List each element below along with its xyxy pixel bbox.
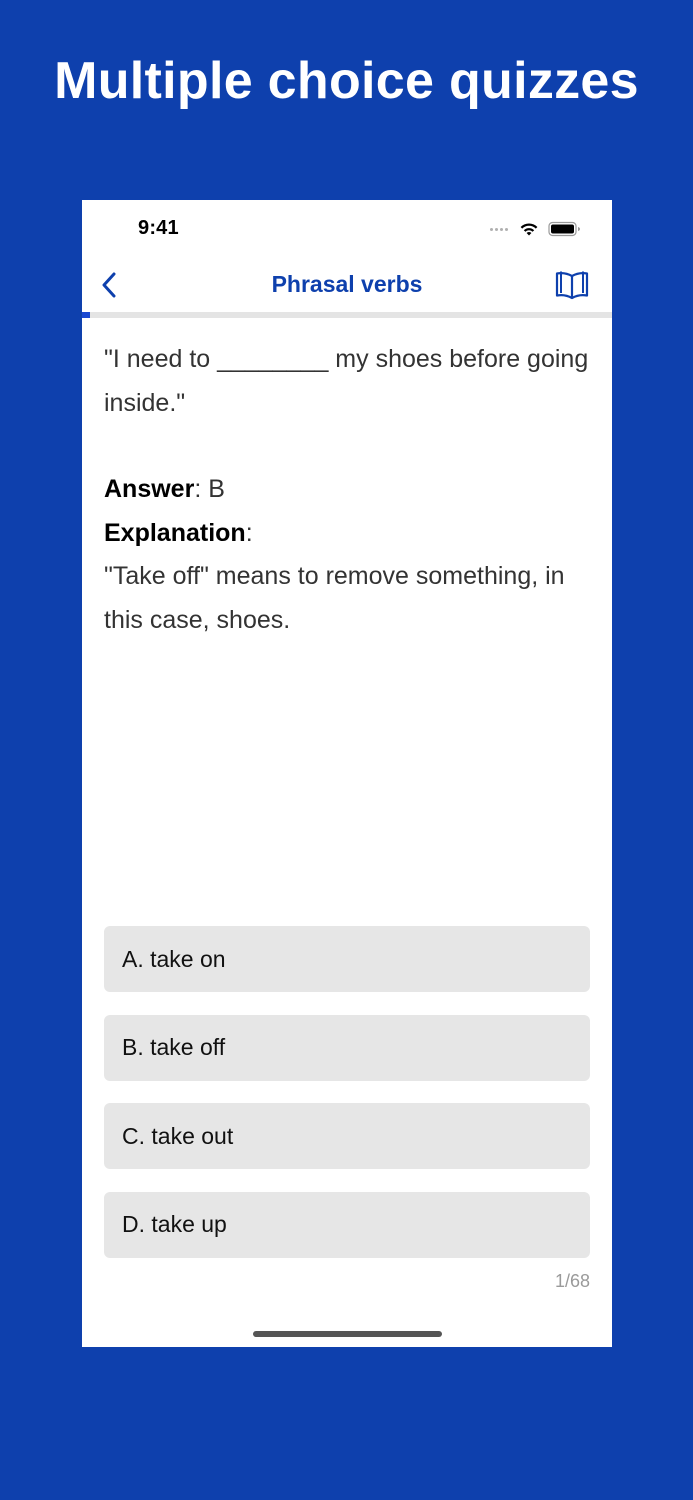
- progress-bar: [82, 312, 612, 318]
- battery-icon: [548, 221, 580, 237]
- explanation-label: Explanation: [104, 518, 246, 547]
- question-counter: 1/68: [554, 1271, 590, 1291]
- progress-fill: [82, 312, 90, 318]
- cellular-signal-icon: [490, 227, 508, 231]
- option-c-button[interactable]: C. take out: [104, 1103, 590, 1169]
- option-label: B. take off: [122, 1034, 226, 1060]
- phone-screen: 9:41 Phrasal verbs "I need to ________ m…: [82, 200, 612, 1347]
- book-icon: [555, 271, 589, 300]
- option-label: C. take out: [122, 1122, 234, 1149]
- option-label: D. take up: [122, 1211, 227, 1237]
- page-title: Phrasal verbs: [271, 271, 423, 297]
- answer-label: Answer: [104, 475, 195, 503]
- option-a-button[interactable]: A. take on: [104, 926, 590, 992]
- status-time: 9:41: [138, 217, 179, 239]
- explanation-colon: :: [245, 518, 253, 547]
- home-indicator[interactable]: [253, 1331, 442, 1337]
- answer-line: Answer: B: [104, 468, 590, 512]
- explanation-heading: Explanation:: [104, 512, 590, 556]
- question-content: "I need to ________ my shoes before goin…: [104, 338, 590, 642]
- option-b-button[interactable]: B. take off: [104, 1014, 590, 1081]
- answer-options: A. take on B. take off C. take out D. ta…: [104, 926, 590, 1280]
- answer-value: : B: [194, 475, 225, 503]
- status-bar: 9:41: [82, 200, 612, 260]
- question-text: "I need to ________ my shoes before goin…: [104, 345, 589, 417]
- status-icons: [490, 219, 582, 239]
- book-button[interactable]: [554, 268, 590, 302]
- navigation-bar: Phrasal verbs: [82, 260, 612, 312]
- promo-headline: Multiple choice quizzes: [54, 52, 639, 110]
- option-label: A. take on: [122, 945, 226, 972]
- explanation-text: "Take off" means to remove something, in…: [104, 562, 565, 634]
- wifi-icon: [520, 223, 538, 236]
- option-d-button[interactable]: D. take up: [104, 1191, 590, 1258]
